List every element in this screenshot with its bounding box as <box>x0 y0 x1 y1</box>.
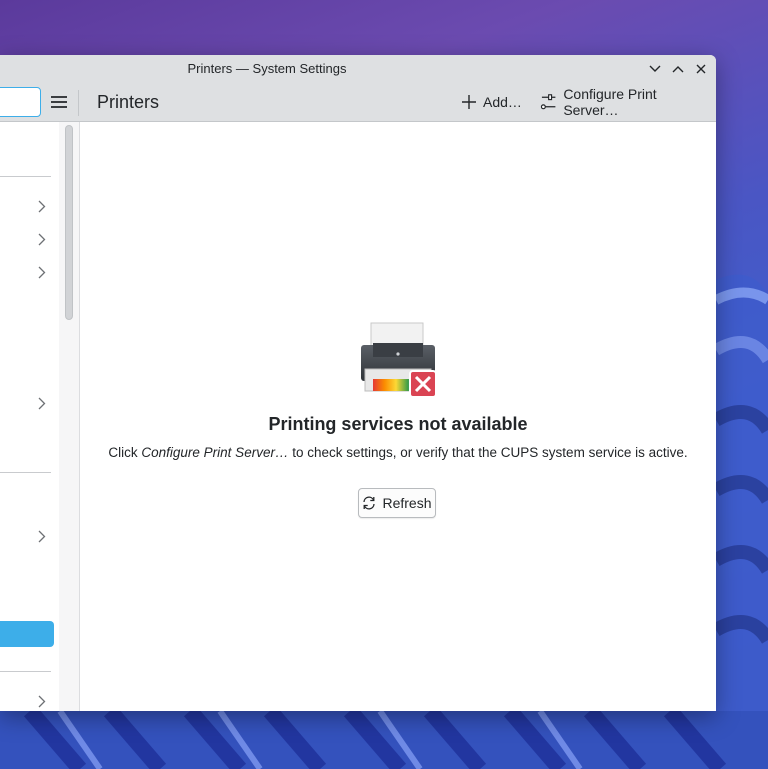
error-description-suffix: to check settings, or verify that the CU… <box>288 445 688 460</box>
refresh-icon <box>363 496 376 510</box>
chevron-right-icon[interactable] <box>36 396 48 410</box>
minimize-icon[interactable] <box>646 60 664 78</box>
error-description: Click Configure Print Server… to check s… <box>80 445 716 460</box>
close-icon[interactable] <box>692 60 710 78</box>
toolbar: Printers Add… Configure Print Server… <box>0 83 716 122</box>
chevron-right-icon[interactable] <box>36 199 48 213</box>
sidebar <box>0 122 60 711</box>
chevron-right-icon[interactable] <box>36 232 48 246</box>
error-description-prefix: Click <box>108 445 142 460</box>
title-bar[interactable]: Printers — System Settings <box>0 55 716 83</box>
chevron-right-icon[interactable] <box>36 694 48 708</box>
chevron-right-icon[interactable] <box>36 265 48 279</box>
sidebar-divider <box>0 472 51 473</box>
add-printer-button[interactable]: Add… <box>455 89 528 115</box>
refresh-button[interactable]: Refresh <box>358 488 436 518</box>
main-content: Printing services not available Click Co… <box>80 122 716 711</box>
window-title: Printers — System Settings <box>187 61 347 76</box>
error-description-link-text: Configure Print Server… <box>141 445 289 460</box>
sidebar-divider <box>0 176 51 177</box>
page-title: Printers <box>97 92 160 112</box>
add-printer-label: Add… <box>483 94 522 110</box>
configure-icon <box>540 94 556 110</box>
printer-error-icon <box>361 322 437 398</box>
refresh-label: Refresh <box>382 495 432 511</box>
search-input[interactable] <box>0 87 41 117</box>
toolbar-separator <box>78 90 79 116</box>
chevron-right-icon[interactable] <box>36 529 48 543</box>
error-title: Printing services not available <box>268 414 528 434</box>
maximize-icon[interactable] <box>669 60 687 78</box>
configure-print-server-label: Configure Print Server… <box>563 86 657 118</box>
sidebar-item-selected[interactable] <box>0 621 54 647</box>
sidebar-divider <box>0 671 51 672</box>
configure-print-server-button[interactable]: Configure Print Server… <box>534 86 716 118</box>
system-settings-window: Printers — System Settings Printers Add… <box>0 55 716 711</box>
plus-icon <box>462 95 476 109</box>
sidebar-scrollbar-thumb[interactable] <box>65 125 73 320</box>
hamburger-menu-icon[interactable] <box>48 91 70 113</box>
